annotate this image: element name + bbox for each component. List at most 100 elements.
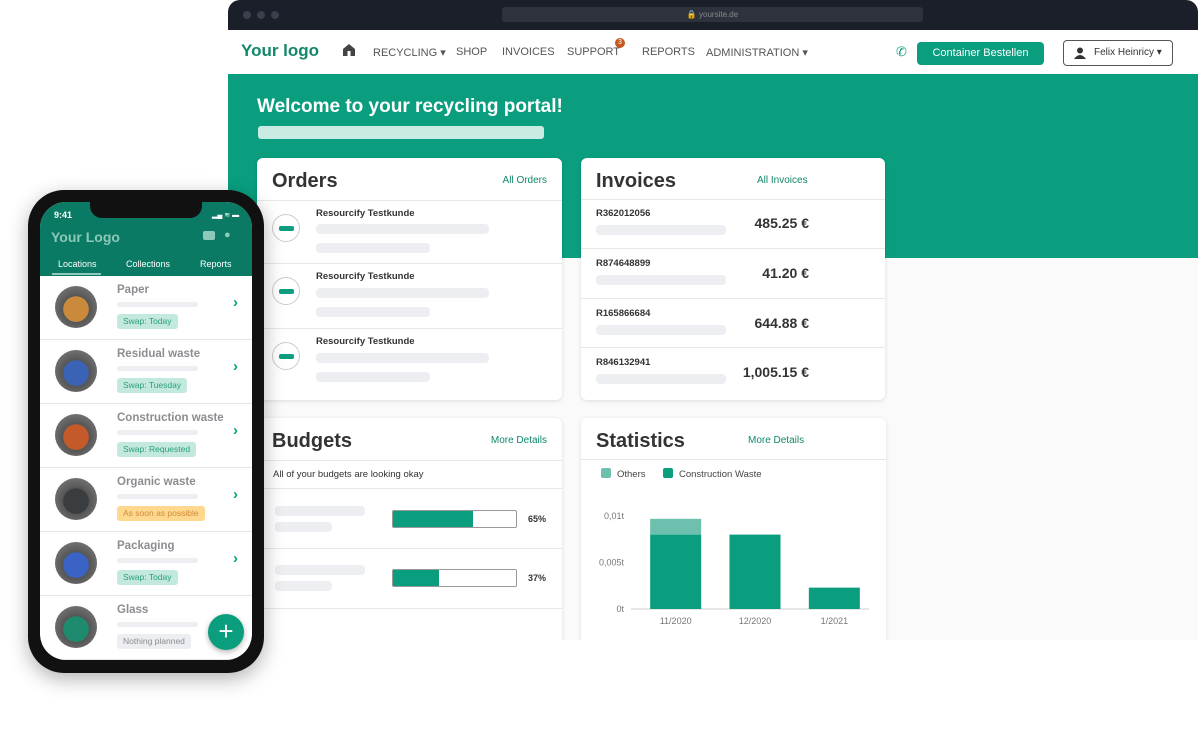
location-thumbnail: [55, 606, 97, 648]
tab-reports[interactable]: Reports: [200, 259, 232, 269]
status-time: 9:41: [54, 210, 73, 220]
legend-swatch: [663, 468, 673, 478]
orders-title: Orders: [272, 170, 338, 192]
browser-chrome: 🔒 yoursite.de: [228, 0, 1198, 30]
statistics-title: Statistics: [596, 430, 685, 452]
user-name: Felix Heinricy ▾: [1094, 47, 1162, 58]
chat-icon[interactable]: [203, 231, 215, 240]
budget-progress-fill: [393, 570, 439, 586]
status-tag: Swap: Tuesday: [117, 378, 188, 393]
nav-administration[interactable]: ADMINISTRATION ▾: [706, 46, 808, 59]
invoices-card: Invoices All Invoices R362012056 485.25 …: [581, 158, 885, 400]
logo[interactable]: Your logo: [241, 41, 319, 61]
location-list-item[interactable]: Construction waste Swap: Requested ›: [40, 404, 252, 468]
tab-locations[interactable]: Locations: [58, 259, 97, 269]
invoice-number[interactable]: R165866684: [596, 308, 650, 319]
location-thumbnail: [55, 542, 97, 584]
all-invoices-link[interactable]: All Invoices: [757, 175, 808, 186]
profile-icon[interactable]: ●: [224, 229, 231, 241]
legend-label: Construction Waste: [679, 469, 762, 480]
statistics-chart: Others Construction Waste 0t 0,005t 0,01t 11/…: [599, 468, 869, 626]
invoice-number[interactable]: R362012056: [596, 208, 650, 219]
home-icon[interactable]: [342, 43, 356, 57]
location-thumbnail: [55, 286, 97, 328]
location-list-item[interactable]: Packaging Swap: Today ›: [40, 532, 252, 596]
location-list-item[interactable]: Residual waste Swap: Tuesday ›: [40, 340, 252, 404]
status-tag: As soon as possible: [117, 506, 205, 521]
invoice-number[interactable]: R874648899: [596, 258, 650, 269]
budgets-message: All of your budgets are looking okay: [273, 469, 424, 480]
chevron-right-icon[interactable]: ›: [233, 294, 238, 311]
lock-icon: 🔒: [686, 10, 700, 19]
legend-swatch: [601, 468, 611, 478]
legend-label: Others: [617, 469, 646, 480]
address-bar[interactable]: 🔒 yoursite.de: [502, 7, 923, 22]
invoice-amount: 41.20 €: [762, 265, 809, 281]
phone-icon[interactable]: ✆: [896, 44, 907, 60]
budget-progress-bar: [392, 510, 517, 528]
y-tick-label: 0,005t: [599, 558, 625, 568]
order-customer[interactable]: Resourcify Testkunde: [316, 208, 415, 219]
window-dot[interactable]: [257, 11, 265, 19]
order-customer[interactable]: Resourcify Testkunde: [316, 336, 415, 347]
location-list-item[interactable]: Organic waste As soon as possible ›: [40, 468, 252, 532]
y-tick-label: 0,01t: [604, 511, 625, 521]
container-icon: [272, 277, 300, 305]
budgets-more-details-link[interactable]: More Details: [491, 435, 547, 446]
app-logo: Your Logo: [51, 229, 120, 245]
statistics-more-details-link[interactable]: More Details: [748, 435, 804, 446]
chevron-right-icon[interactable]: ›: [233, 486, 238, 503]
nav-shop[interactable]: SHOP: [456, 46, 487, 58]
nav-recycling[interactable]: RECYCLING ▾: [373, 46, 446, 59]
orders-card: Orders All Orders Resourcify Testkunde R…: [257, 158, 562, 400]
add-location-button[interactable]: +: [208, 614, 244, 650]
budgets-card: Budgets More Details All of your budgets…: [257, 418, 562, 640]
x-tick-label: 12/2020: [739, 616, 772, 626]
location-thumbnail: [55, 414, 97, 456]
x-tick-label: 1/2021: [821, 616, 849, 626]
nav-invoices[interactable]: INVOICES: [502, 46, 555, 58]
order-container-button[interactable]: Container Bestellen: [917, 42, 1044, 65]
order-customer[interactable]: Resourcify Testkunde: [316, 271, 415, 282]
location-name: Packaging: [117, 540, 175, 552]
window-dot[interactable]: [271, 11, 279, 19]
location-thumbnail: [55, 350, 97, 392]
tab-collections[interactable]: Collections: [126, 259, 170, 269]
user-icon: [1074, 47, 1086, 59]
bar-construction-waste: [729, 534, 781, 609]
x-tick-label: 11/2020: [660, 616, 692, 626]
url-text: yoursite.de: [699, 10, 739, 19]
browser-window: 🔒 yoursite.de Your logo RECYCLING ▾ SHOP…: [228, 0, 1198, 640]
page-title: Welcome to your recycling portal!: [257, 96, 563, 117]
bar-construction-waste: [650, 534, 702, 609]
status-tag: Swap: Requested: [117, 442, 197, 457]
phone-notch: [90, 202, 202, 218]
location-name: Construction waste: [117, 412, 224, 424]
container-icon: [272, 214, 300, 242]
budget-percent: 65%: [528, 514, 547, 524]
location-list-item[interactable]: Paper Swap: Today ›: [40, 276, 252, 340]
invoice-number[interactable]: R846132941: [596, 357, 650, 368]
chevron-right-icon[interactable]: ›: [233, 422, 238, 439]
status-tag: Nothing planned: [117, 634, 191, 649]
location-name: Glass: [117, 604, 149, 616]
subtitle-placeholder: [258, 126, 544, 139]
invoice-amount: 1,005.15 €: [742, 364, 809, 380]
all-orders-link[interactable]: All Orders: [503, 175, 547, 186]
budgets-title: Budgets: [272, 430, 352, 452]
budget-progress-fill: [393, 511, 473, 527]
user-menu-button[interactable]: Felix Heinricy ▾: [1063, 40, 1173, 66]
chevron-right-icon[interactable]: ›: [233, 550, 238, 567]
nav-support[interactable]: SUPPORT: [567, 46, 620, 58]
phone-mockup: 9:41 ▂▄ ≋ ▬ Your Logo ● Locations Collec…: [28, 190, 264, 673]
budget-percent: 37%: [528, 573, 547, 583]
active-tab-indicator: [52, 273, 101, 275]
nav-reports[interactable]: REPORTS: [642, 46, 695, 58]
container-icon: [272, 342, 300, 370]
y-tick-label: 0t: [616, 604, 624, 614]
phone-screen: 9:41 ▂▄ ≋ ▬ Your Logo ● Locations Collec…: [40, 202, 252, 660]
window-dot[interactable]: [243, 11, 251, 19]
location-name: Organic waste: [117, 476, 196, 488]
chevron-right-icon[interactable]: ›: [233, 358, 238, 375]
location-name: Paper: [117, 284, 149, 296]
